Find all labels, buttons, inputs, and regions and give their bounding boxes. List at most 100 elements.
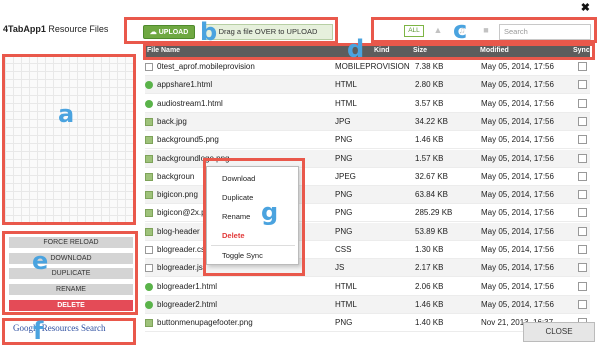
context-menu-toggle-sync[interactable]: Toggle Sync bbox=[222, 251, 263, 260]
file-modified: May 05, 2014, 17:56 bbox=[481, 263, 554, 273]
table-row[interactable]: background5.png PNG 1.46 KB May 05, 2014, 1… bbox=[145, 131, 590, 150]
file-kind: PNG bbox=[335, 208, 353, 218]
sync-checkbox[interactable] bbox=[578, 62, 587, 71]
sync-checkbox[interactable] bbox=[578, 299, 587, 309]
window-title: 4TabApp1 Resource Files bbox=[3, 24, 108, 34]
annotation-letter-d: d bbox=[347, 35, 365, 63]
file-kind: HTML bbox=[335, 299, 357, 309]
video-filter-icon[interactable]: ■ bbox=[476, 25, 496, 37]
file-modified: May 05, 2014, 17:56 bbox=[481, 98, 554, 108]
file-preview-area bbox=[5, 55, 133, 223]
file-modified: May 05, 2014, 17:56 bbox=[481, 190, 554, 200]
file-type-icon bbox=[145, 209, 153, 218]
drag-drop-area[interactable]: Drag a file OVER to UPLOAD bbox=[203, 24, 333, 40]
image-filter-icon[interactable]: ▲ bbox=[428, 25, 448, 37]
file-type-icon bbox=[145, 63, 153, 71]
file-size: 1.46 KB bbox=[415, 299, 444, 309]
sync-checkbox[interactable] bbox=[578, 80, 587, 90]
column-modified[interactable]: Modified bbox=[480, 47, 509, 54]
file-modified: May 05, 2014, 17:56 bbox=[481, 299, 554, 309]
file-kind: JS bbox=[335, 263, 345, 273]
column-file-name[interactable]: File Name bbox=[147, 47, 180, 54]
sync-checkbox[interactable] bbox=[578, 226, 587, 236]
file-kind: HTML bbox=[335, 281, 357, 291]
file-name: backgroun bbox=[157, 171, 195, 181]
sync-checkbox[interactable] bbox=[578, 116, 587, 126]
file-type-icon bbox=[145, 319, 153, 328]
close-button[interactable]: CLOSE bbox=[523, 322, 595, 342]
file-modified: May 05, 2014, 17:56 bbox=[481, 153, 554, 163]
file-kind: HTML bbox=[335, 98, 357, 108]
sync-checkbox[interactable] bbox=[578, 153, 587, 163]
annotation-letter-b: b bbox=[200, 18, 218, 46]
column-size[interactable]: Size bbox=[413, 47, 427, 54]
file-modified: May 05, 2014, 17:56 bbox=[481, 135, 554, 145]
file-type-icon bbox=[145, 227, 153, 236]
file-type-icon bbox=[145, 117, 153, 126]
file-size: 1.46 KB bbox=[415, 135, 444, 145]
file-size: 7.38 KB bbox=[415, 62, 444, 71]
annotation-letter-f: f bbox=[33, 317, 44, 345]
file-table-header: File Name Kind Size Modified Sync bbox=[145, 45, 590, 58]
download-button[interactable]: DOWNLOAD bbox=[9, 253, 133, 264]
search-input[interactable]: Search bbox=[499, 24, 591, 40]
table-row[interactable]: appshare1.html HTML 2.80 KB May 05, 2014, 1… bbox=[145, 76, 590, 95]
delete-button[interactable]: DELETE bbox=[9, 300, 133, 311]
file-type-icon bbox=[145, 136, 153, 145]
file-name: blogreader.js bbox=[157, 263, 203, 273]
file-type-icon bbox=[145, 191, 153, 200]
context-menu-download[interactable]: Download bbox=[222, 174, 255, 183]
google-resources-search-link[interactable]: Google Resources Search bbox=[13, 323, 105, 333]
sync-checkbox[interactable] bbox=[578, 281, 587, 291]
file-size: 3.57 KB bbox=[415, 98, 444, 108]
cloud-upload-icon: ☁ bbox=[149, 29, 157, 36]
file-name: blogreader2.html bbox=[157, 299, 218, 309]
file-size: 63.84 KB bbox=[415, 190, 448, 200]
sync-checkbox[interactable] bbox=[578, 263, 587, 273]
file-name: blogreader.cs bbox=[157, 245, 206, 254]
table-row[interactable]: backgroundlogo.png PNG 1.57 KB May 05, 2014… bbox=[145, 149, 590, 168]
file-kind: PNG bbox=[335, 135, 353, 145]
column-kind[interactable]: Kind bbox=[374, 47, 390, 54]
table-row[interactable]: audiostream1.html HTML 3.57 KB May 05, 2014… bbox=[145, 95, 590, 113]
file-type-icon bbox=[145, 99, 153, 108]
force-reload-button[interactable]: FORCE RELOAD bbox=[9, 237, 133, 248]
file-kind: PNG bbox=[335, 190, 353, 200]
file-type-icon bbox=[145, 300, 153, 309]
title-suffix: Resource Files bbox=[48, 24, 109, 34]
table-row[interactable]: 0test_aprof.mobileprovision MOBILEPROVISI… bbox=[145, 58, 590, 76]
filter-all-button[interactable]: ALL bbox=[404, 25, 424, 37]
file-size: 32.67 KB bbox=[415, 171, 448, 181]
table-row[interactable]: back.jpg JPG 34.22 KB May 05, 2014, 17:56 bbox=[145, 112, 590, 131]
context-menu-duplicate[interactable]: Duplicate bbox=[222, 193, 253, 202]
table-row[interactable]: blogreader1.html HTML 2.06 KB May 05, 2014,… bbox=[145, 278, 590, 296]
context-menu-divider bbox=[211, 245, 295, 246]
annotation-letter-g: g bbox=[261, 198, 279, 226]
sync-checkbox[interactable] bbox=[578, 245, 587, 254]
file-kind: PNG bbox=[335, 318, 353, 328]
sync-checkbox[interactable] bbox=[578, 98, 587, 108]
table-row[interactable]: blogreader2.html HTML 1.46 KB May 05, 2014,… bbox=[145, 295, 590, 314]
column-sync[interactable]: Sync bbox=[573, 47, 590, 54]
context-menu-delete[interactable]: Delete bbox=[222, 231, 245, 240]
app-name: 4TabApp1 bbox=[3, 24, 46, 34]
file-size: 2.17 KB bbox=[415, 263, 444, 273]
close-icon[interactable]: ✖ bbox=[581, 1, 590, 14]
rename-button[interactable]: RENAME bbox=[9, 284, 133, 295]
file-kind: PNG bbox=[335, 153, 353, 163]
sync-checkbox[interactable] bbox=[578, 190, 587, 200]
sync-checkbox[interactable] bbox=[578, 208, 587, 218]
context-menu-rename[interactable]: Rename bbox=[222, 212, 250, 221]
file-type-icon bbox=[145, 264, 153, 273]
file-modified: May 05, 2014, 17:56 bbox=[481, 80, 554, 90]
sync-checkbox[interactable] bbox=[578, 135, 587, 145]
file-type-icon bbox=[145, 246, 153, 254]
sync-checkbox[interactable] bbox=[578, 171, 587, 181]
file-modified: May 05, 2014, 17:56 bbox=[481, 116, 554, 126]
file-name: audiostream1.html bbox=[157, 98, 223, 108]
upload-button[interactable]: ☁ UPLOAD bbox=[143, 25, 195, 39]
file-modified: May 05, 2014, 17:56 bbox=[481, 208, 554, 218]
duplicate-button[interactable]: DUPLICATE bbox=[9, 268, 133, 279]
context-menu: Download Duplicate Rename Delete Toggle … bbox=[206, 166, 299, 265]
file-size: 285.29 KB bbox=[415, 208, 453, 218]
